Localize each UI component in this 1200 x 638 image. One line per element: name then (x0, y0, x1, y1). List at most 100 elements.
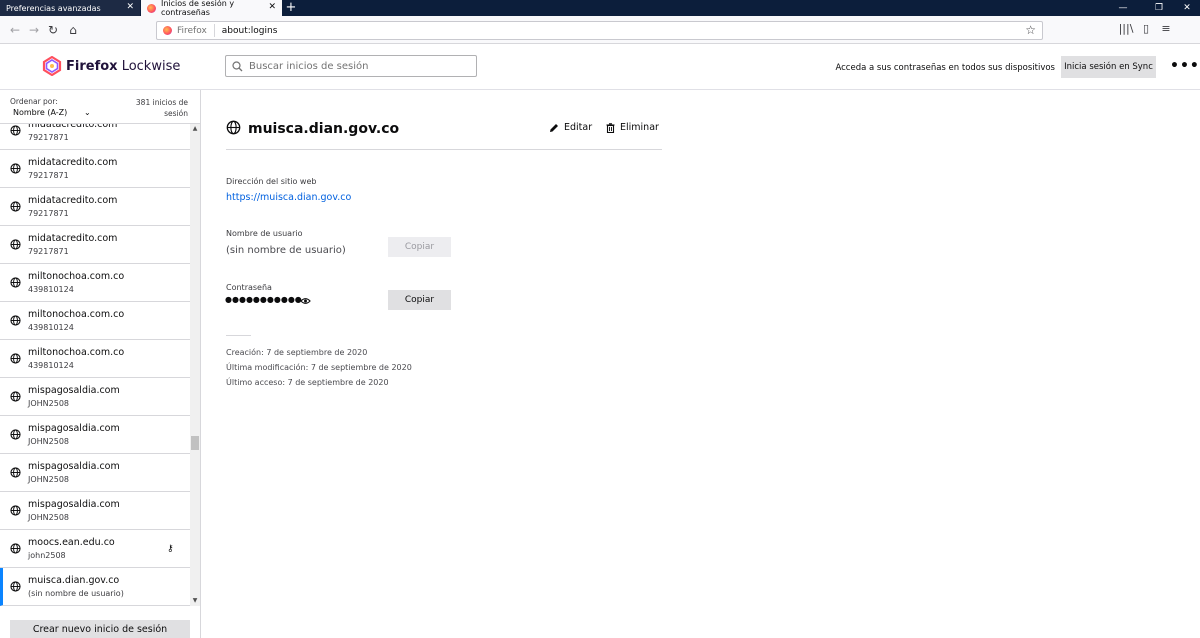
globe-icon (10, 543, 21, 557)
copy-password-button[interactable]: Copiar (388, 290, 451, 310)
login-list-item[interactable]: miltonochoa.com.co 439810124 (0, 302, 190, 340)
edit-button[interactable]: Editar (549, 122, 592, 133)
scroll-thumb[interactable] (191, 436, 199, 450)
logins-sidebar: Ordenar por: Nombre (A-Z) ⌄ 381 inicios … (0, 90, 201, 638)
reload-icon[interactable]: ↻ (44, 21, 62, 39)
globe-icon (10, 353, 21, 367)
scroll-up-arrow-icon[interactable]: ▲ (190, 124, 200, 134)
login-username: 79217871 (28, 171, 69, 180)
count-line: sesión (164, 109, 188, 118)
globe-icon (10, 125, 21, 139)
copy-username-button[interactable]: Copiar (388, 237, 451, 257)
password-label: Contraseña (226, 283, 272, 292)
tab-logins[interactable]: Inicios de sesión y contraseñas ✕ (141, 0, 282, 17)
password-value: ●●●●●●●●●●● (225, 295, 302, 304)
site-url-link[interactable]: https://muisca.dian.gov.co (226, 192, 351, 203)
login-title: midatacredito.com (28, 124, 118, 130)
sort-bar: Ordenar por: Nombre (A-Z) ⌄ 381 inicios … (0, 90, 200, 124)
login-username: JOHN2508 (28, 513, 70, 522)
tab-strip: Preferencias avanzadas ✕ Inicios de sesi… (0, 0, 1200, 17)
login-list-item[interactable]: mispagosaldia.com JOHN2508 (0, 416, 190, 454)
login-list-item[interactable]: midatacredito.com 79217871 (0, 188, 190, 226)
login-username: JOHN2508 (28, 475, 70, 484)
forward-arrow-icon[interactable]: → (25, 21, 43, 39)
lockwise-header: Firefox Lockwise Acceda a sus contraseña… (0, 44, 1200, 90)
login-username: 79217871 (28, 247, 69, 256)
identity-box[interactable]: Firefox (163, 24, 215, 37)
home-icon[interactable]: ⌂ (64, 21, 82, 39)
hamburger-menu-icon[interactable]: ≡ (1158, 22, 1174, 35)
minimize-icon[interactable]: — (1108, 0, 1138, 16)
login-title: miltonochoa.com.co (28, 309, 125, 320)
library-icon[interactable]: |||\ (1118, 22, 1134, 35)
globe-icon (10, 391, 21, 405)
login-title: miltonochoa.com.co (28, 347, 125, 358)
login-title: moocs.ean.edu.co (28, 537, 115, 548)
login-username: john2508 (28, 551, 66, 560)
login-list-item[interactable]: miltonochoa.com.co 439810124 (0, 264, 190, 302)
globe-icon (10, 581, 21, 595)
login-list: midatacredito.com 79217871 midatacredito.c… (0, 124, 190, 606)
sync-signin-button[interactable]: Inicia sesión en Sync (1061, 56, 1156, 78)
chevron-down-icon[interactable]: ⌄ (84, 108, 91, 117)
site-label: Dirección del sitio web (226, 177, 317, 186)
firefox-icon (147, 3, 156, 13)
login-username: 79217871 (28, 133, 69, 142)
login-title: muisca.dian.gov.co (28, 575, 120, 586)
login-list-item[interactable]: mispagosaldia.com JOHN2508 (0, 492, 190, 530)
modified-date: Última modificación: 7 de septiembre de … (226, 363, 412, 372)
globe-icon (10, 467, 21, 481)
url-text[interactable]: about:logins (222, 26, 278, 36)
more-options-icon[interactable]: ••• (1170, 58, 1200, 74)
restore-icon[interactable]: ❐ (1144, 0, 1174, 16)
scroll-down-arrow-icon[interactable]: ▼ (190, 596, 200, 606)
sort-select[interactable]: Nombre (A-Z) (13, 108, 67, 117)
back-arrow-icon[interactable]: ← (6, 21, 24, 39)
login-detail: muisca.dian.gov.co Editar Eliminar Direc… (201, 90, 1200, 638)
last-used-date: Último acceso: 7 de septiembre de 2020 (226, 378, 389, 387)
url-bar[interactable]: Firefox about:logins ☆ (156, 21, 1043, 40)
count-line: 381 inicios de (135, 98, 188, 107)
divider (226, 335, 251, 336)
login-username: (sin nombre de usuario) (28, 589, 124, 598)
search-box[interactable] (225, 55, 477, 77)
globe-icon (10, 201, 21, 215)
tab-preferencias[interactable]: Preferencias avanzadas ✕ (0, 0, 141, 16)
search-input[interactable] (249, 60, 469, 72)
login-title: midatacredito.com (28, 233, 118, 244)
delete-label: Eliminar (620, 122, 659, 133)
close-icon[interactable]: ✕ (268, 2, 276, 13)
login-title: mispagosaldia.com (28, 499, 120, 510)
eye-icon[interactable] (300, 297, 311, 305)
scrollbar[interactable]: ▲ ▼ (190, 124, 200, 606)
login-list-item[interactable]: moocs.ean.edu.co john2508 ⚷ (0, 530, 190, 568)
login-list-item[interactable]: muisca.dian.gov.co (sin nombre de usuario… (0, 568, 190, 606)
sidebar-icon[interactable]: ▯ (1138, 22, 1154, 35)
created-date: Creación: 7 de septiembre de 2020 (226, 348, 368, 357)
firefox-icon (163, 26, 172, 35)
login-list-item[interactable]: midatacredito.com 79217871 (0, 150, 190, 188)
globe-icon (226, 120, 241, 135)
sort-label: Ordenar por: (10, 97, 58, 106)
create-login-button[interactable]: Crear nuevo inicio de sesión (10, 620, 190, 638)
login-title: mispagosaldia.com (28, 385, 120, 396)
login-username: 439810124 (28, 361, 74, 370)
login-list-item[interactable]: miltonochoa.com.co 439810124 (0, 340, 190, 378)
login-title: mispagosaldia.com (28, 423, 120, 434)
tab-label: Inicios de sesión y contraseñas (161, 0, 235, 17)
login-list-item[interactable]: midatacredito.com 79217871 (0, 226, 190, 264)
brand-lockwise: Lockwise (121, 58, 181, 74)
window-close-icon[interactable]: ✕ (1172, 0, 1200, 16)
navigation-toolbar: ← → ↻ ⌂ Firefox about:logins ☆ |||\ ▯ ≡ (0, 16, 1200, 44)
login-title: midatacredito.com (28, 195, 118, 206)
login-username: 79217871 (28, 209, 69, 218)
globe-icon (10, 163, 21, 177)
bookmark-star-icon[interactable]: ☆ (1025, 23, 1036, 37)
close-icon[interactable]: ✕ (126, 2, 134, 13)
login-list-item[interactable]: midatacredito.com 79217871 (0, 124, 190, 150)
login-list-item[interactable]: mispagosaldia.com JOHN2508 (0, 454, 190, 492)
login-count: 381 inicios de sesión (128, 97, 188, 119)
new-tab-plus-icon[interactable]: + (282, 0, 300, 16)
delete-button[interactable]: Eliminar (606, 122, 659, 133)
login-list-item[interactable]: mispagosaldia.com JOHN2508 (0, 378, 190, 416)
